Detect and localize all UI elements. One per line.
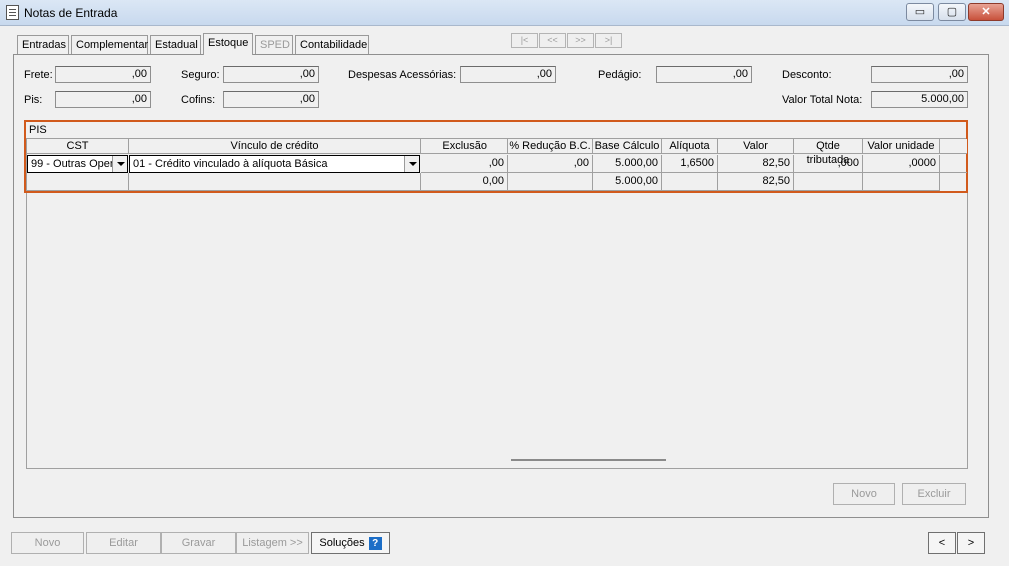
grid-novo-button[interactable]: Novo	[833, 483, 895, 505]
header-qtde[interactable]: Qtde tributada	[794, 139, 863, 166]
first-record-button[interactable]: |<	[511, 33, 538, 48]
header-exclusao[interactable]: Exclusão	[421, 139, 508, 154]
frete-field[interactable]: ,00	[55, 66, 151, 83]
header-vinculo[interactable]: Vínculo de crédito	[129, 139, 421, 154]
despesas-label: Despesas Acessórias:	[348, 69, 457, 81]
listagem-button[interactable]: Listagem >>	[236, 532, 309, 554]
valor-total-label: Valor Total Nota:	[782, 94, 863, 106]
pis-grid-title: PIS	[29, 124, 47, 136]
solucoes-label: Soluções	[319, 537, 365, 549]
cell-reducao[interactable]: ,00	[508, 155, 593, 173]
pedagio-label: Pedágio:	[598, 69, 642, 81]
last-record-button[interactable]: >|	[595, 33, 622, 48]
novo-button[interactable]: Novo	[11, 532, 84, 554]
grid-excluir-button[interactable]: Excluir	[902, 483, 966, 505]
chevron-down-icon[interactable]	[404, 156, 419, 172]
tab-entradas[interactable]: Entradas	[17, 35, 69, 55]
tab-estadual[interactable]: Estadual	[150, 35, 201, 55]
header-aliquota[interactable]: Alíquota	[662, 139, 718, 154]
pis-field[interactable]: ,00	[55, 91, 151, 108]
cell-valor[interactable]: 82,50	[718, 155, 794, 173]
total-cst	[27, 173, 129, 191]
valor-total-field[interactable]: 5.000,00	[871, 91, 968, 108]
cell-exclusao[interactable]: ,00	[421, 155, 508, 173]
maximize-button[interactable]: ▢	[938, 3, 966, 21]
cell-aliquota[interactable]: 1,6500	[662, 155, 718, 173]
editar-button[interactable]: Editar	[86, 532, 161, 554]
header-base[interactable]: Base Cálculo	[593, 139, 662, 154]
despesas-field[interactable]: ,00	[460, 66, 556, 83]
header-valor-unidade[interactable]: Valor unidade	[863, 139, 940, 154]
cofins-label: Cofins:	[181, 94, 216, 106]
header-valor[interactable]: Valor	[718, 139, 794, 154]
prev-button[interactable]: <	[928, 532, 956, 554]
cell-spacer	[940, 155, 967, 173]
header-reducao[interactable]: % Redução B.C.	[508, 139, 593, 154]
desconto-field[interactable]: ,00	[871, 66, 968, 83]
title-bar: Notas de Entrada ▭ ▢ ✕	[0, 0, 1009, 26]
cell-base[interactable]: 5.000,00	[593, 155, 662, 173]
seguro-label: Seguro:	[181, 69, 220, 81]
vinculo-select-value: 01 - Crédito vinculado à alíquota Básica	[133, 158, 328, 170]
tab-estoque[interactable]: Estoque	[203, 33, 253, 55]
window-title: Notas de Entrada	[24, 6, 118, 20]
close-button[interactable]: ✕	[968, 3, 1004, 21]
tab-sped: SPED	[255, 35, 293, 55]
help-icon: ?	[368, 536, 382, 550]
chevron-down-icon[interactable]	[112, 156, 127, 172]
total-vinculo	[129, 173, 421, 191]
pedagio-field[interactable]: ,00	[656, 66, 752, 83]
prev-record-button[interactable]: <<	[539, 33, 566, 48]
cell-qtde[interactable]: ,000	[794, 155, 863, 173]
desconto-label: Desconto:	[782, 69, 832, 81]
total-qtde	[794, 173, 863, 191]
total-valor: 82,50	[718, 173, 794, 191]
seguro-field[interactable]: ,00	[223, 66, 319, 83]
gravar-button[interactable]: Gravar	[161, 532, 236, 554]
document-icon	[6, 5, 19, 20]
next-button[interactable]: >	[957, 532, 985, 554]
total-aliquota	[662, 173, 718, 191]
header-cst[interactable]: CST	[27, 139, 129, 154]
total-reducao	[508, 173, 593, 191]
pis-label: Pis:	[24, 94, 43, 106]
horizontal-scrollbar[interactable]	[511, 459, 666, 461]
vinculo-select[interactable]: 01 - Crédito vinculado à alíquota Básica	[129, 155, 420, 173]
frete-label: Frete:	[24, 69, 53, 81]
minimize-button[interactable]: ▭	[906, 3, 934, 21]
total-base: 5.000,00	[593, 173, 662, 191]
total-valor-unidade	[863, 173, 940, 191]
cst-select[interactable]: 99 - Outras Operações	[27, 155, 128, 173]
tab-complementar[interactable]: Complementar	[71, 35, 148, 55]
total-exclusao: 0,00	[421, 173, 508, 191]
cell-valor-unidade[interactable]: ,0000	[863, 155, 940, 173]
solucoes-button[interactable]: Soluções?	[311, 532, 390, 554]
next-record-button[interactable]: >>	[567, 33, 594, 48]
tab-contabilidade[interactable]: Contabilidade	[295, 35, 369, 55]
header-spacer	[940, 139, 967, 154]
cofins-field[interactable]: ,00	[223, 91, 319, 108]
